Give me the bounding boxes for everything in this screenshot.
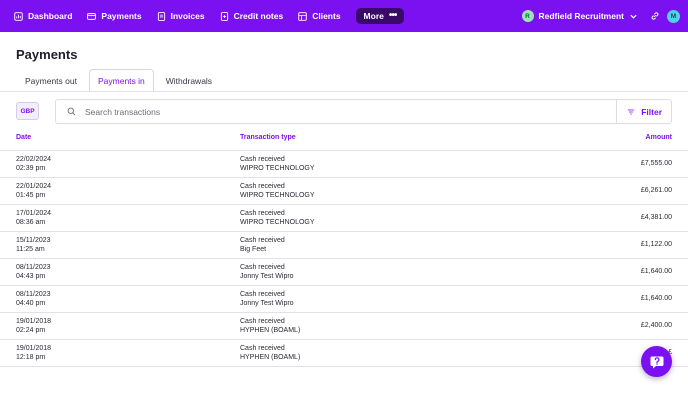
column-header-date[interactable]: Date (16, 134, 31, 141)
help-chat-icon (650, 356, 663, 368)
row-time: 12:18 pm (16, 354, 46, 361)
org-avatar[interactable]: R (521, 10, 534, 22)
nav-clients-label: Clients (312, 11, 341, 21)
row-party: WIPRO TECHNOLOGY (240, 219, 315, 226)
more-menu-button[interactable]: More ••• (355, 8, 405, 24)
payments-icon (87, 12, 97, 20)
nav-dashboard[interactable]: Dashboard (14, 6, 72, 26)
row-type: Cash received (240, 210, 285, 217)
row-date: 15/11/2023 (16, 237, 51, 244)
invoices-icon (157, 11, 165, 21)
filter-label: Filter (641, 106, 662, 117)
row-amount: £1,640.00 (640, 268, 672, 275)
row-time: 04:40 pm (16, 300, 46, 307)
clients-icon (298, 11, 307, 21)
row-party: Big Feet (240, 246, 267, 253)
table-row[interactable]: 17/01/2024 08:36 am Cash received WIPRO … (0, 205, 688, 232)
nav-clients[interactable]: Clients (298, 6, 341, 26)
row-amount: £1,122.00 (640, 241, 672, 248)
table-row[interactable]: 15/11/2023 11:25 am Cash received Big Fe… (0, 232, 688, 259)
more-label: More (363, 11, 384, 21)
page-title: Payments (16, 47, 78, 62)
tab-withdrawals[interactable]: Withdrawals (157, 69, 221, 91)
payments-tabs: Payments out Payments in Withdrawals (16, 69, 224, 92)
table-header: Date Transaction type Amount (0, 128, 688, 151)
row-party: WIPRO TECHNOLOGY (240, 192, 315, 199)
row-date: 08/11/2023 (16, 291, 51, 298)
row-party: Jonny Test Wipro (240, 273, 294, 280)
row-type: Cash received (240, 237, 285, 244)
table-row[interactable]: 19/01/2018 02:24 pm Cash received HYPHEN… (0, 313, 688, 340)
row-party: HYPHEN (BOAML) (240, 327, 301, 334)
row-time: 08:36 am (16, 219, 46, 226)
link-icon[interactable] (650, 11, 660, 21)
nav-invoices-label: Invoices (170, 11, 205, 21)
row-type: Cash received (240, 264, 285, 271)
row-amount: £6,261.00 (640, 187, 672, 194)
search-box: Filter (55, 99, 672, 124)
tab-payments-in[interactable]: Payments in (88, 69, 154, 92)
row-type: Cash received (240, 183, 285, 190)
row-time: 11:25 am (16, 246, 45, 253)
user-avatar[interactable]: M (667, 9, 680, 23)
more-dots-icon: ••• (388, 10, 397, 21)
nav-credit-notes[interactable]: Credit notes (220, 6, 284, 26)
table-row[interactable]: 22/02/2024 02:39 pm Cash received WIPRO … (0, 151, 688, 178)
row-date: 22/01/2024 (16, 183, 52, 190)
nav-invoices[interactable]: Invoices (157, 6, 205, 26)
row-amount: £7,555.00 (640, 160, 672, 167)
filter-icon (628, 109, 635, 114)
row-party: HYPHEN (BOAML) (240, 354, 301, 361)
column-header-transaction-type[interactable]: Transaction type (240, 134, 296, 141)
credit-notes-icon (220, 11, 228, 21)
row-date: 19/01/2018 (16, 318, 52, 325)
nav-credit-notes-label: Credit notes (233, 11, 284, 21)
row-party: WIPRO TECHNOLOGY (240, 165, 315, 172)
chevron-down-icon[interactable] (629, 12, 638, 21)
table-row[interactable]: 19/01/2018 12:18 pm Cash received HYPHEN… (0, 340, 688, 367)
row-type: Cash received (240, 291, 285, 298)
row-amount: £2,400.00 (640, 322, 672, 329)
dashboard-icon (14, 11, 23, 21)
column-header-amount[interactable]: Amount (646, 134, 672, 141)
row-type: Cash received (240, 318, 285, 325)
filter-button[interactable]: Filter (616, 99, 671, 124)
table-row[interactable]: 08/11/2023 04:40 pm Cash received Jonny … (0, 286, 688, 313)
row-type: Cash received (240, 345, 285, 352)
row-party: Jonny Test Wipro (240, 300, 294, 307)
row-date: 22/02/2024 (16, 156, 52, 163)
table-row[interactable]: 22/01/2024 01:45 pm Cash received WIPRO … (0, 178, 688, 205)
org-switcher[interactable]: Redfield Recruitment (539, 11, 625, 21)
row-amount: £1,640.00 (640, 295, 672, 302)
row-date: 08/11/2023 (16, 264, 51, 271)
tab-payments-out[interactable]: Payments out (16, 69, 86, 91)
row-time: 04:43 pm (16, 273, 46, 280)
transactions-list: 22/02/2024 02:39 pm Cash received WIPRO … (0, 151, 688, 367)
row-time: 02:39 pm (16, 165, 46, 172)
tabs-divider (0, 91, 688, 92)
nav-payments-label: Payments (101, 11, 142, 21)
nav-payments[interactable]: Payments (87, 6, 142, 26)
row-date: 17/01/2024 (16, 210, 52, 217)
row-type: Cash received (240, 156, 285, 163)
nav-dashboard-label: Dashboard (28, 11, 73, 21)
row-amount: £4,381.00 (640, 214, 672, 221)
row-time: 02:24 pm (16, 327, 46, 334)
search-input[interactable] (85, 106, 605, 117)
table-row[interactable]: 08/11/2023 04:43 pm Cash received Jonny … (0, 259, 688, 286)
search-icon (67, 107, 76, 116)
help-chat-button[interactable] (641, 346, 672, 377)
row-time: 01:45 pm (16, 192, 46, 199)
top-navigation: Dashboard Payments Invoices Credit notes… (0, 0, 688, 32)
row-date: 19/01/2018 (16, 345, 52, 352)
currency-selector[interactable]: GBP (16, 102, 39, 120)
